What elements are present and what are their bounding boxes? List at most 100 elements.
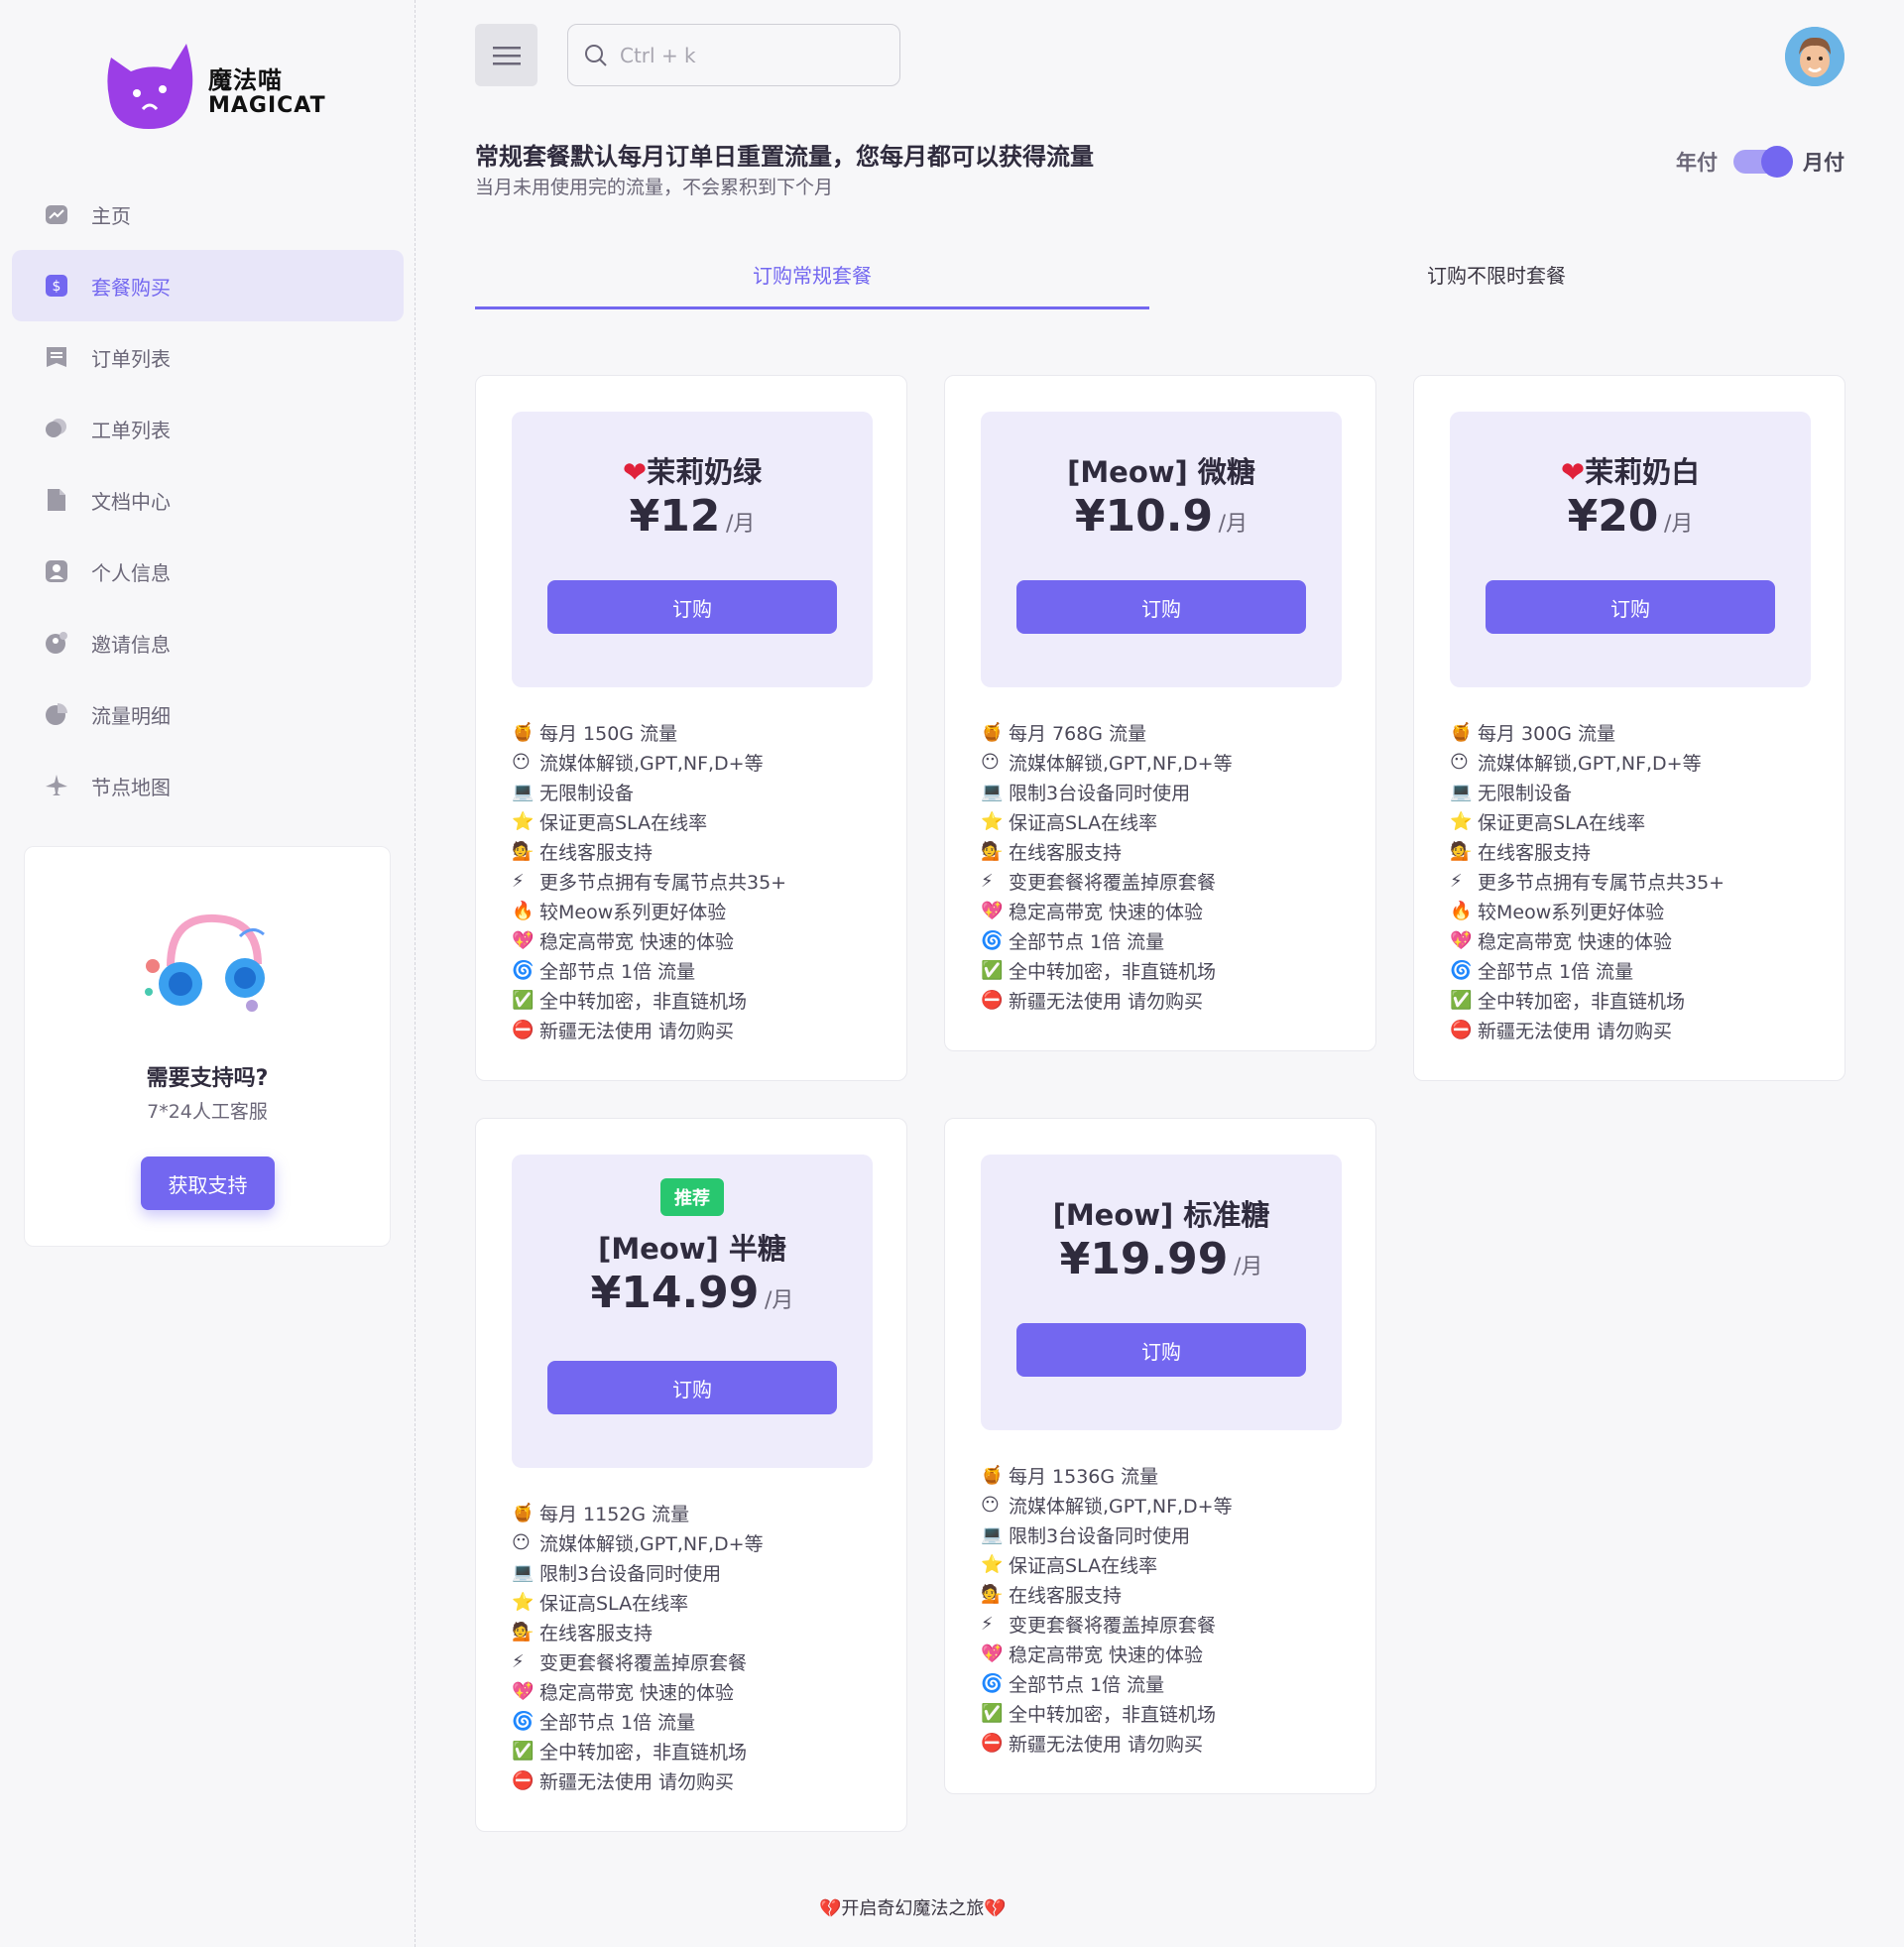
sidebar-item-home[interactable]: 主页 [12, 179, 404, 250]
currency-symbol: ¥ [1567, 491, 1599, 542]
support-card: 需要支持吗? 7*24人工客服 获取支持 [24, 846, 391, 1247]
star-icon: ⭐ [1450, 810, 1473, 832]
swirl-icon: 🌀 [512, 1710, 535, 1732]
menu-toggle-button[interactable] [475, 24, 537, 86]
sidebar-item-traffic[interactable]: 流量明细 [12, 678, 404, 750]
sidebar-item-label: 套餐购买 [91, 275, 171, 300]
brand-logo[interactable]: 魔法喵 MAGICAT [105, 38, 333, 131]
feature-text: 稳定高带宽 快速的体验 [539, 1681, 735, 1704]
face-icon: 😶 [512, 751, 531, 773]
plan-card: ❤茉莉奶白 ¥20 /月 订购 🍯 每月 300G 流量 😶 流媒体解锁,GPT,N… [1413, 375, 1845, 1081]
sidebar-item-plans[interactable]: $ 套餐购买 [12, 250, 404, 321]
support-title: 需要支持吗? [146, 1066, 269, 1091]
feature-item: ⭐ 保证高SLA在线率 [981, 806, 1233, 836]
feature-item: ⛔ 新疆无法使用 请勿购买 [981, 985, 1233, 1015]
brand-name-en: MAGICAT [208, 93, 326, 118]
sidebar-nav: 主页 $ 套餐购买 订单列表 工单列表 文档中心 个人信息 邀请信息 流量明细 … [12, 179, 404, 821]
get-support-button[interactable]: 获取支持 [141, 1156, 275, 1210]
billing-switch[interactable] [1733, 146, 1793, 178]
sidebar-item-label: 文档中心 [91, 489, 171, 514]
honey-icon: 🍯 [512, 721, 535, 743]
tab-unlimited-plans[interactable]: 订购不限时套餐 [1159, 248, 1834, 309]
face-icon: 😶 [981, 1494, 1000, 1516]
currency-symbol: ¥ [1059, 1234, 1091, 1284]
price-amount: 19.99 [1090, 1234, 1229, 1284]
sidebar-item-invite[interactable]: 邀请信息 [12, 607, 404, 678]
sidebar: 魔法喵 MAGICAT 主页 $ 套餐购买 订单列表 工单列表 文档中心 个人信… [0, 0, 416, 1947]
plan-price: ¥19.99 /月 [981, 1234, 1342, 1284]
feature-item: ✅ 全中转加密，非直链机场 [981, 1698, 1233, 1728]
heart-icon: ❤ [622, 455, 648, 489]
swirl-icon: 🌀 [981, 1672, 1004, 1694]
feature-text: 全部节点 1倍 流量 [1478, 960, 1634, 983]
feature-text: 限制3台设备同时使用 [1009, 782, 1191, 804]
feature-item: 💖 稳定高带宽 快速的体验 [1450, 925, 1725, 955]
plan-name: [Meow] 半糖 [512, 1226, 873, 1268]
fire-icon: 🔥 [512, 900, 535, 921]
feature-item: 😶 流媒体解锁,GPT,NF,D+等 [1450, 747, 1725, 777]
feature-text: 在线客服支持 [1009, 841, 1123, 864]
feature-item: 💁 在线客服支持 [512, 1617, 764, 1646]
sidebar-item-docs[interactable]: 文档中心 [12, 464, 404, 536]
feature-text: 在线客服支持 [1009, 1584, 1123, 1607]
feature-item: 💻 限制3台设备同时使用 [981, 777, 1233, 806]
feature-item: 💖 稳定高带宽 快速的体验 [981, 896, 1233, 925]
price-unit: /月 [1233, 1255, 1263, 1279]
sidebar-item-profile[interactable]: 个人信息 [12, 536, 404, 607]
tab-regular-plans[interactable]: 订购常规套餐 [475, 248, 1149, 309]
feature-text: 在线客服支持 [1478, 841, 1592, 864]
feature-text: 稳定高带宽 快速的体验 [539, 930, 735, 953]
sidebar-item-orders[interactable]: 订单列表 [12, 321, 404, 393]
feature-item: 😶 流媒体解锁,GPT,NF,D+等 [512, 747, 786, 777]
buy-button[interactable]: 订购 [547, 1361, 837, 1414]
sparkling-heart-icon: 💖 [981, 900, 1004, 921]
feature-text: 更多节点拥有专属节点共35+ [539, 871, 787, 894]
plan-card: ❤茉莉奶绿 ¥12 /月 订购 🍯 每月 150G 流量 😶 流媒体解锁,GPT,N… [475, 375, 907, 1081]
feature-text: 无限制设备 [1478, 782, 1573, 804]
price-amount: 14.99 [621, 1268, 760, 1318]
no-entry-icon: ⛔ [512, 1019, 535, 1040]
billing-yearly-label[interactable]: 年付 [1676, 147, 1718, 177]
avatar[interactable] [1785, 27, 1844, 86]
feature-text: 新疆无法使用 请勿购买 [1009, 990, 1204, 1013]
plan-name: ❤茉莉奶绿 [512, 449, 873, 491]
plane-icon [44, 773, 69, 798]
sidebar-item-tickets[interactable]: 工单列表 [12, 393, 404, 464]
sidebar-item-label: 邀请信息 [91, 632, 171, 657]
feature-text: 全中转加密，非直链机场 [539, 1741, 748, 1764]
plan-price: ¥10.9 /月 [981, 491, 1342, 542]
search-input[interactable] [620, 43, 858, 67]
feature-text: 保证更高SLA在线率 [539, 811, 708, 834]
buy-button[interactable]: 订购 [1486, 580, 1775, 634]
plan-price: ¥20 /月 [1450, 491, 1811, 542]
plan-name-text: [Meow] 半糖 [598, 1232, 786, 1266]
plan-card-header: [Meow] 微糖 ¥10.9 /月 订购 [981, 412, 1342, 687]
feature-item: 🍯 每月 1536G 流量 [981, 1460, 1233, 1490]
buy-button[interactable]: 订购 [1016, 1323, 1306, 1377]
feature-item: 🍯 每月 150G 流量 [512, 717, 786, 747]
sidebar-item-label: 工单列表 [91, 418, 171, 442]
feature-text: 保证高SLA在线率 [1009, 811, 1158, 834]
feature-text: 稳定高带宽 快速的体验 [1009, 901, 1204, 923]
plan-card-header: ❤茉莉奶白 ¥20 /月 订购 [1450, 412, 1811, 687]
feature-text: 全中转加密，非直链机场 [1478, 990, 1686, 1013]
receipt-icon [44, 344, 69, 370]
buy-button[interactable]: 订购 [547, 580, 837, 634]
feature-text: 新疆无法使用 请勿购买 [1478, 1020, 1673, 1042]
swirl-icon: 🌀 [981, 929, 1004, 951]
laptop-icon: 💻 [512, 781, 535, 802]
feature-text: 全部节点 1倍 流量 [1009, 1673, 1165, 1696]
search-box[interactable] [567, 24, 900, 86]
switch-knob [1761, 146, 1793, 178]
feature-text: 限制3台设备同时使用 [539, 1562, 722, 1585]
feature-item: 🍯 每月 1152G 流量 [512, 1498, 764, 1527]
buy-button[interactable]: 订购 [1016, 580, 1306, 634]
check-icon: ✅ [981, 959, 1004, 981]
laptop-icon: 💻 [512, 1561, 535, 1583]
sidebar-item-node-map[interactable]: 节点地图 [12, 750, 404, 821]
face-icon: 😶 [512, 1531, 531, 1553]
feature-item: 💻 无限制设备 [512, 777, 786, 806]
billing-monthly-label[interactable]: 月付 [1803, 147, 1844, 177]
feature-item: ✅ 全中转加密，非直链机场 [512, 985, 786, 1015]
feature-item: 🌀 全部节点 1倍 流量 [981, 925, 1233, 955]
